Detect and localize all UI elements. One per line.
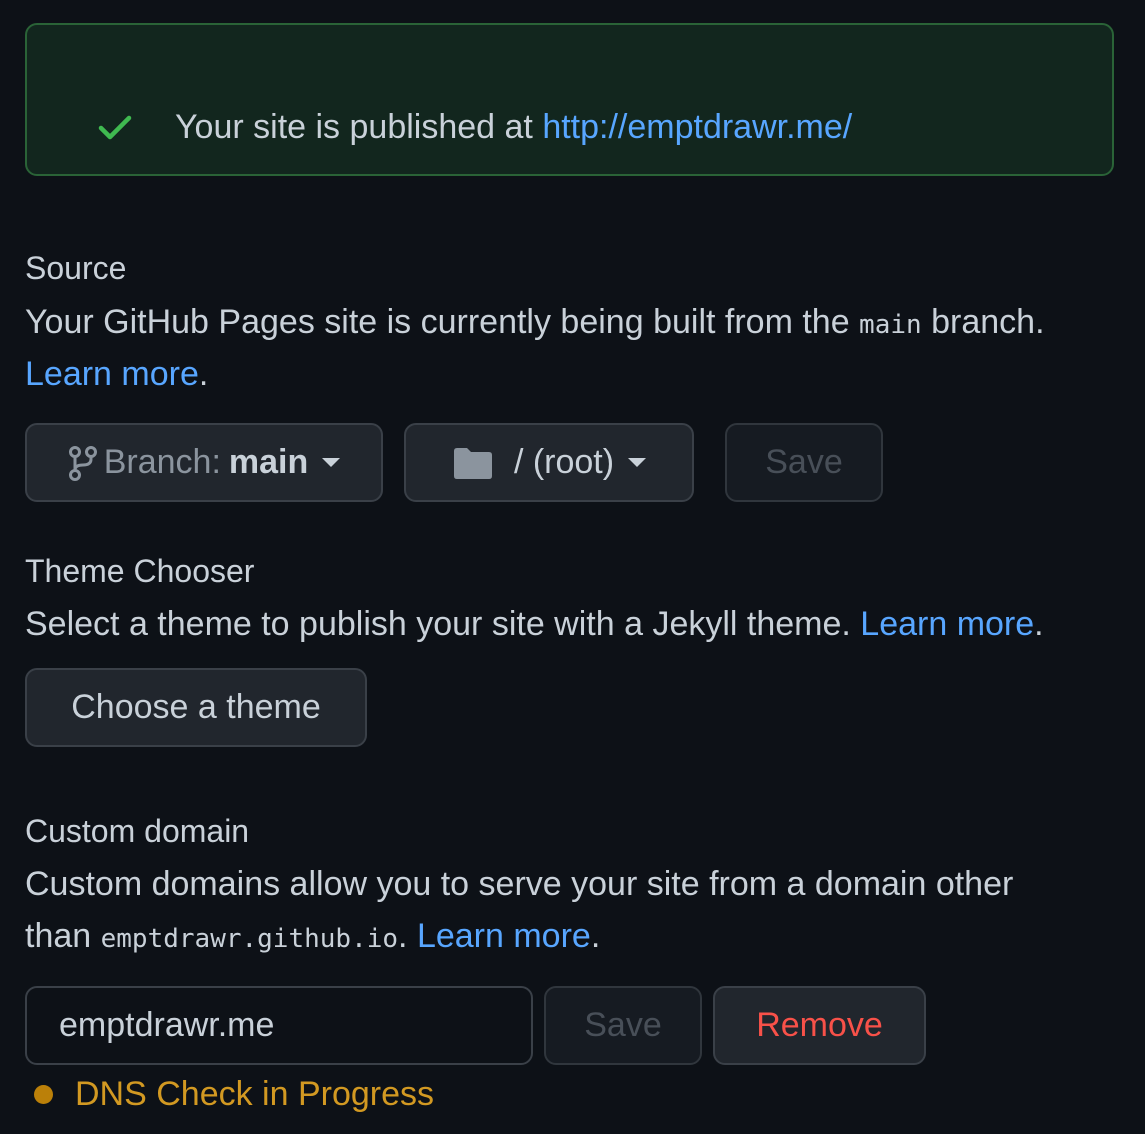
source-desc-text: Your GitHub Pages site is currently bein… bbox=[25, 303, 860, 341]
chevron-down-icon bbox=[628, 458, 647, 467]
theme-learn-more-link[interactable]: Learn more bbox=[860, 605, 1034, 643]
check-icon bbox=[98, 115, 132, 140]
branch-prefix: Branch: bbox=[103, 443, 221, 481]
domain-desc-period: . bbox=[398, 917, 417, 955]
status-dot-icon bbox=[34, 1084, 53, 1104]
source-learn-more-link[interactable]: Learn more bbox=[25, 355, 199, 393]
branch-code: main bbox=[859, 310, 922, 340]
folder-icon bbox=[453, 447, 492, 479]
flash-message-text: Your site is published at bbox=[175, 108, 543, 146]
branch-value: main bbox=[228, 443, 309, 481]
theme-learn-more-period: . bbox=[1034, 605, 1044, 643]
dns-status-text: DNS Check in Progress bbox=[75, 1075, 435, 1113]
theme-desc-text: Select a theme to publish your site with… bbox=[25, 605, 861, 643]
folder-select-button[interactable]: / (root) bbox=[404, 423, 694, 502]
flash-message: Your site is published at http://emptdra… bbox=[175, 105, 852, 149]
custom-domain-input[interactable] bbox=[25, 986, 533, 1065]
git-branch-icon bbox=[68, 445, 97, 481]
source-learn-more-period: . bbox=[198, 355, 209, 393]
theme-description: Select a theme to publish your site with… bbox=[25, 598, 1044, 650]
source-learn-more-line: Learn more. bbox=[25, 348, 208, 400]
theme-heading: Theme Chooser bbox=[25, 553, 255, 589]
branch-select-button[interactable]: Branch: main bbox=[25, 423, 383, 502]
domain-learn-more-period: . bbox=[590, 917, 601, 955]
folder-value: / (root) bbox=[513, 443, 615, 481]
published-site-link[interactable]: http://emptdrawr.me/ bbox=[542, 108, 852, 146]
domain-learn-more-link[interactable]: Learn more bbox=[417, 917, 591, 955]
github-io-domain-code: emptdrawr.github.io bbox=[100, 924, 399, 954]
domain-save-button[interactable]: Save bbox=[544, 986, 702, 1065]
chevron-down-icon bbox=[322, 458, 341, 467]
pages-settings: Your site is published at http://emptdra… bbox=[0, 0, 1145, 1134]
domain-description-line1: Custom domains allow you to serve your s… bbox=[25, 865, 1014, 903]
source-save-button[interactable]: Save bbox=[725, 423, 883, 502]
source-description: Your GitHub Pages site is currently bein… bbox=[25, 296, 1045, 351]
domain-heading: Custom domain bbox=[25, 813, 250, 849]
source-heading: Source bbox=[25, 250, 127, 286]
source-desc-suffix: branch. bbox=[921, 303, 1045, 341]
domain-description-line2: than emptdrawr.github.io. Learn more. bbox=[25, 910, 600, 965]
dns-check-status: DNS Check in Progress bbox=[34, 1074, 434, 1114]
choose-theme-button[interactable]: Choose a theme bbox=[25, 668, 367, 747]
domain-desc-than: than bbox=[25, 917, 101, 955]
remove-domain-button[interactable]: Remove bbox=[713, 986, 926, 1065]
success-flash: Your site is published at http://emptdra… bbox=[25, 23, 1114, 176]
